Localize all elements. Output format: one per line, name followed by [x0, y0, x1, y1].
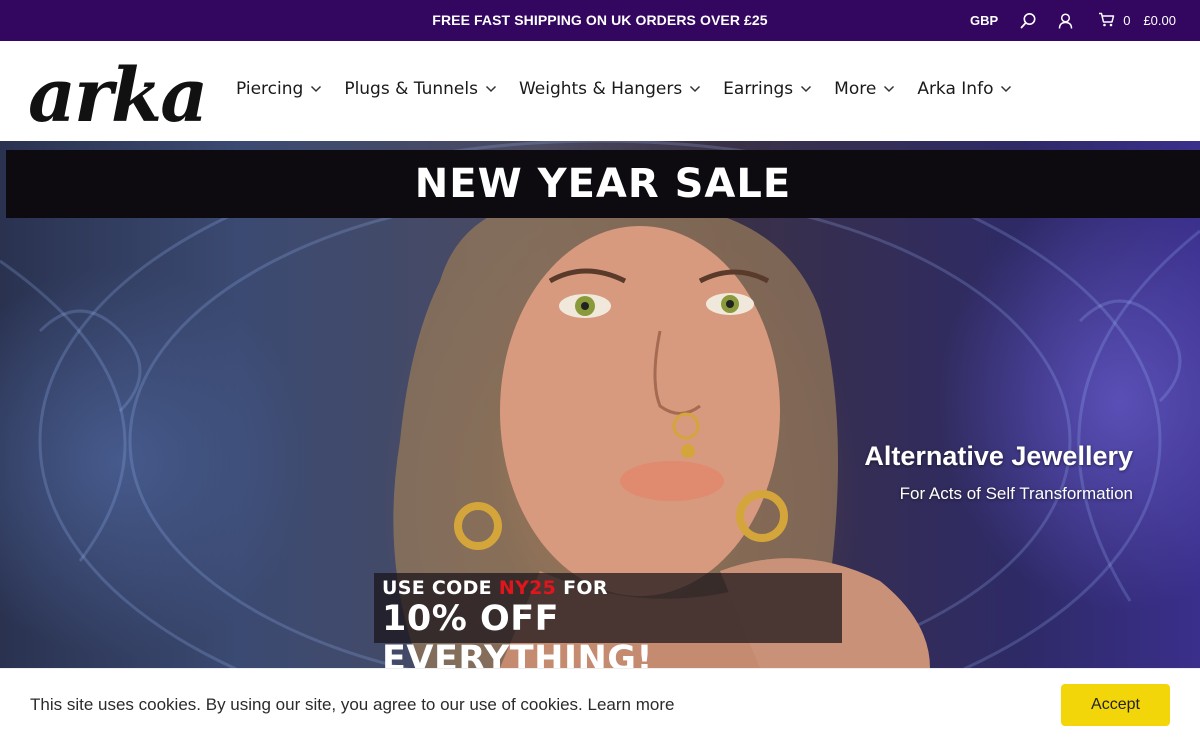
- currency-selector[interactable]: GBP: [970, 13, 998, 28]
- nav-earrings[interactable]: Earrings: [723, 79, 812, 99]
- utility-links: GBP 0 £0.00: [970, 0, 1176, 41]
- tagline-title: Alternative Jewellery: [864, 441, 1133, 471]
- cookie-banner: This site uses cookies. By using our sit…: [0, 668, 1200, 740]
- accept-cookies-button[interactable]: Accept: [1061, 684, 1170, 726]
- main-nav: Piercing Plugs & Tunnels Weights & Hange…: [236, 79, 1034, 99]
- cart-count: 0: [1123, 13, 1131, 28]
- hero-tagline: Alternative Jewellery For Acts of Self T…: [864, 441, 1133, 504]
- chevron-down-icon: [311, 85, 322, 93]
- learn-more-link[interactable]: Learn more: [588, 695, 675, 714]
- chevron-down-icon: [485, 85, 496, 93]
- discount-code-box: USE CODE NY25 FOR 10% OFF EVERYTHING!: [374, 573, 842, 668]
- nav-label: Earrings: [723, 79, 794, 99]
- nav-plugs-tunnels[interactable]: Plugs & Tunnels: [344, 79, 497, 99]
- account-icon[interactable]: [1055, 11, 1075, 31]
- sale-title: NEW YEAR SALE: [414, 161, 792, 207]
- sale-banner: NEW YEAR SALE: [6, 150, 1200, 218]
- announcement-bar: FREE FAST SHIPPING ON UK ORDERS OVER £25…: [0, 0, 1200, 41]
- code-suffix: FOR: [556, 577, 608, 599]
- chevron-down-icon: [801, 85, 812, 93]
- cart-icon: [1098, 12, 1115, 30]
- chevron-down-icon: [884, 85, 895, 93]
- offer-text: 10% OFF EVERYTHING!: [382, 599, 653, 668]
- tagline-subtitle: For Acts of Self Transformation: [899, 484, 1133, 503]
- code-line: USE CODE NY25 FOR: [382, 577, 842, 599]
- cart-button[interactable]: 0 £0.00: [1098, 12, 1176, 30]
- nav-more[interactable]: More: [834, 79, 895, 99]
- svg-text:arka: arka: [28, 55, 206, 127]
- nav-label: Piercing: [236, 79, 304, 99]
- discount-code: NY25: [498, 577, 557, 599]
- nav-arka-info[interactable]: Arka Info: [917, 79, 1012, 99]
- nav-label: More: [834, 79, 877, 99]
- nav-label: Arka Info: [917, 79, 994, 99]
- cart-total: £0.00: [1143, 13, 1176, 28]
- arka-logo[interactable]: arka: [28, 53, 212, 139]
- site-header: arka Piercing Plugs & Tunnels Weights & …: [0, 41, 1200, 141]
- code-prefix: USE CODE: [382, 577, 499, 599]
- cookie-message: This site uses cookies. By using our sit…: [30, 695, 674, 715]
- chevron-down-icon: [690, 85, 701, 93]
- search-icon[interactable]: [1018, 11, 1038, 31]
- chevron-down-icon: [1001, 85, 1012, 93]
- hero-banner[interactable]: NEW YEAR SALE Alternative Jewellery For …: [0, 141, 1200, 668]
- nav-label: Weights & Hangers: [518, 79, 683, 99]
- nav-piercing[interactable]: Piercing: [236, 79, 322, 99]
- nav-label: Plugs & Tunnels: [344, 79, 478, 99]
- cookie-text: This site uses cookies. By using our sit…: [30, 695, 588, 714]
- nav-weights-hangers[interactable]: Weights & Hangers: [519, 79, 701, 99]
